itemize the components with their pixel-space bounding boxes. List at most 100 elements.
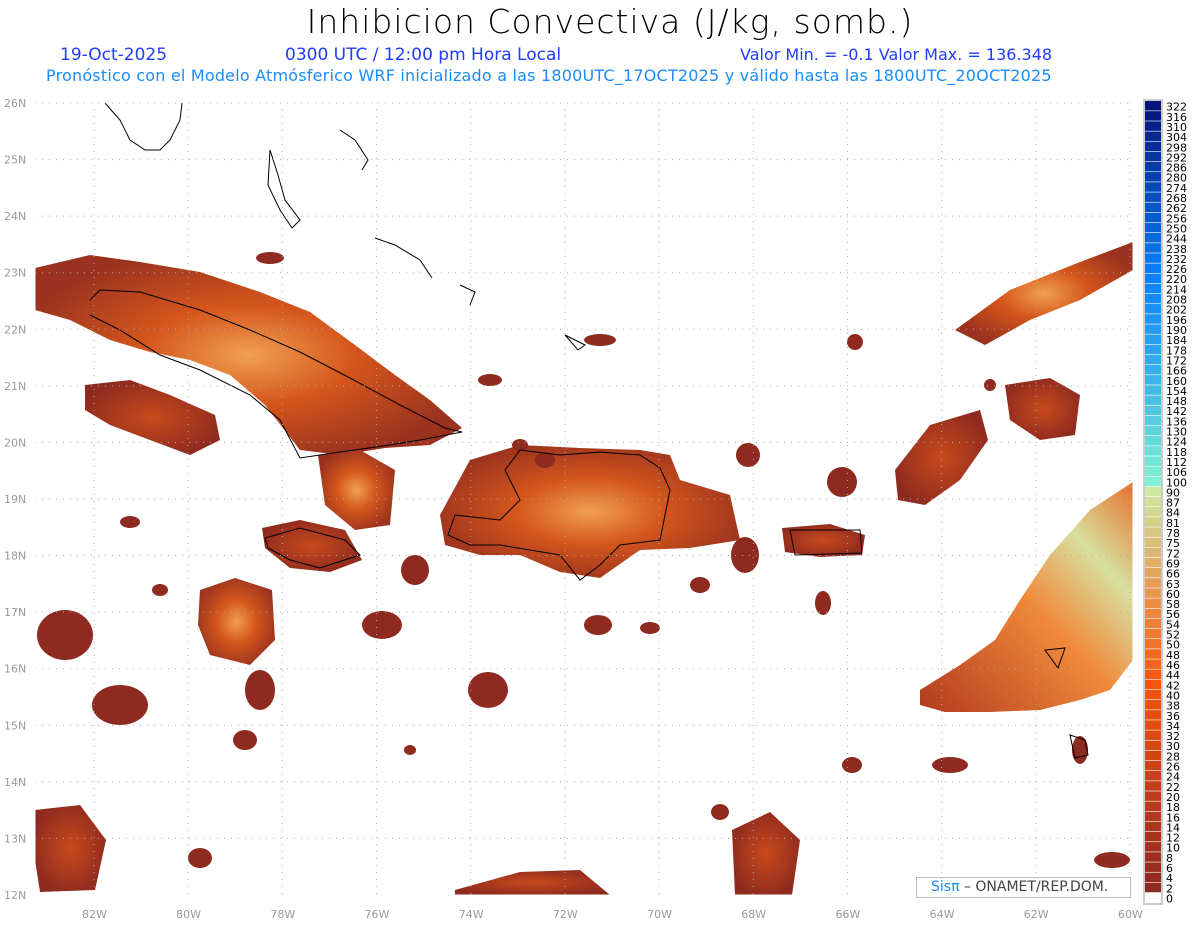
lon-label: 68W [741,908,766,921]
colorbar-swatch [1145,699,1161,710]
lon-label: 66W [835,908,860,921]
colorbar-swatch [1145,222,1161,233]
colorbar-swatch [1145,557,1161,568]
colorbar-swatch [1145,842,1161,852]
lon-label: 64W [930,908,955,921]
lon-label: 74W [459,908,484,921]
colorbar-swatch [1145,882,1161,893]
colorbar-swatch [1145,232,1161,243]
colorbar-swatch [1145,791,1161,801]
colorbar-swatch [1145,263,1161,273]
colorbar-swatch [1145,689,1161,700]
colorbar-swatch [1145,486,1161,497]
credit-text: – ONAMET/REP.DOM. [963,879,1109,895]
field-jam-s [198,578,275,665]
colorbar-swatch [1145,121,1161,131]
colorbar-swatch [1145,304,1161,314]
cin-field [35,242,1133,895]
colorbar-swatch [1145,182,1161,192]
colorbar-swatch [1145,253,1161,263]
lon-label: 72W [553,908,578,921]
colorbar-swatch [1145,679,1161,690]
colorbar-swatch [1145,578,1161,588]
lat-label: 12N [4,889,26,902]
colorbar-swatch [1145,831,1161,842]
lat-label: 24N [4,210,26,223]
forecast-note: Pronóstico con el Modelo Atmósferico WRF… [46,66,1052,85]
field-w-cuba [85,380,220,455]
colorbar-swatch [1145,334,1161,345]
field-sw [35,805,106,892]
min-max-label: Valor Min. = -0.1 Valor Max. = 136.348 [740,45,1053,64]
colorbar-swatch [1145,202,1161,213]
colorbar-swatch [1145,161,1161,172]
colorbar-swatch [1145,598,1161,608]
lon-label: 80W [176,908,201,921]
colorbar-swatch [1145,324,1161,334]
colorbar-swatch [1145,425,1161,436]
colorbar-swatch [1145,649,1161,659]
map-canvas: 26N 25N 24N 23N 22N 21N 20N 19N 18N 17N 16N 15N 14N 1… [4,97,1187,921]
colorbar-swatch [1145,720,1161,730]
colorbar-swatch [1145,639,1161,649]
colorbar-swatch [1145,192,1161,202]
colorbar-swatch [1145,111,1161,121]
colorbar-swatch [1145,710,1161,720]
colorbar-swatch [1145,293,1161,304]
colorbar-swatch [1145,273,1161,284]
colorbar-swatch [1145,141,1161,152]
credit-box: Sisπ – ONAMET/REP.DOM. [916,877,1131,898]
colorbar-swatch [1145,892,1161,903]
colorbar-swatch [1145,415,1161,426]
date-label: 19-Oct-2025 [60,45,168,65]
time-label: 0300 UTC / 12:00 pm Hora Local [285,45,562,65]
colorbar-swatch [1145,212,1161,223]
colorbar-swatch [1145,588,1161,598]
colorbar: 3223163103042982922862802742682622562502… [1143,99,1187,906]
map-title: Inhibicion Convectiva (J/kg, somb.) [306,2,914,41]
colorbar-swatch [1145,517,1161,527]
colorbar-swatch [1145,801,1161,812]
lat-label: 13N [4,832,26,845]
colorbar-swatch [1145,496,1161,507]
lon-label: 78W [270,908,295,921]
colorbar-swatch [1145,537,1161,548]
colorbar-swatch [1145,385,1161,395]
field-cuba [35,255,462,455]
colorbar-label: 0 [1166,893,1173,906]
colorbar-swatch [1145,507,1161,517]
lon-label: 60W [1118,908,1143,921]
field-antilles [920,482,1133,712]
colorbar-swatch [1145,466,1161,477]
lat-label: 15N [4,719,26,732]
colorbar-swatch [1145,740,1161,751]
lat-label: 17N [4,606,26,619]
colorbar-swatch [1145,862,1161,872]
field-s2 [455,870,610,895]
colorbar-swatch [1145,608,1161,619]
lon-label: 62W [1024,908,1049,921]
colorbar-swatch [1145,243,1161,253]
sispi-logo: Sisπ [931,879,960,895]
colorbar-swatch [1145,771,1161,781]
colorbar-swatch [1145,456,1161,466]
field-central [318,450,395,530]
lat-label: 25N [4,154,26,167]
colorbar-swatch [1145,547,1161,558]
colorbar-swatch [1145,375,1161,385]
colorbar-swatch [1145,872,1161,883]
colorbar-swatch [1145,628,1161,639]
colorbar-swatch [1145,151,1161,162]
colorbar-swatch [1145,364,1161,375]
colorbar-swatch [1145,852,1161,862]
field-e2 [1005,378,1080,440]
colorbar-swatch [1145,476,1161,487]
colorbar-swatch [1145,760,1161,771]
colorbar-swatch [1145,344,1161,355]
colorbar-swatch [1145,730,1161,740]
lon-label: 82W [82,908,107,921]
colorbar-swatch [1145,781,1161,791]
colorbar-swatch [1145,283,1161,294]
colorbar-swatch [1145,131,1161,142]
colorbar-swatch [1145,527,1161,537]
